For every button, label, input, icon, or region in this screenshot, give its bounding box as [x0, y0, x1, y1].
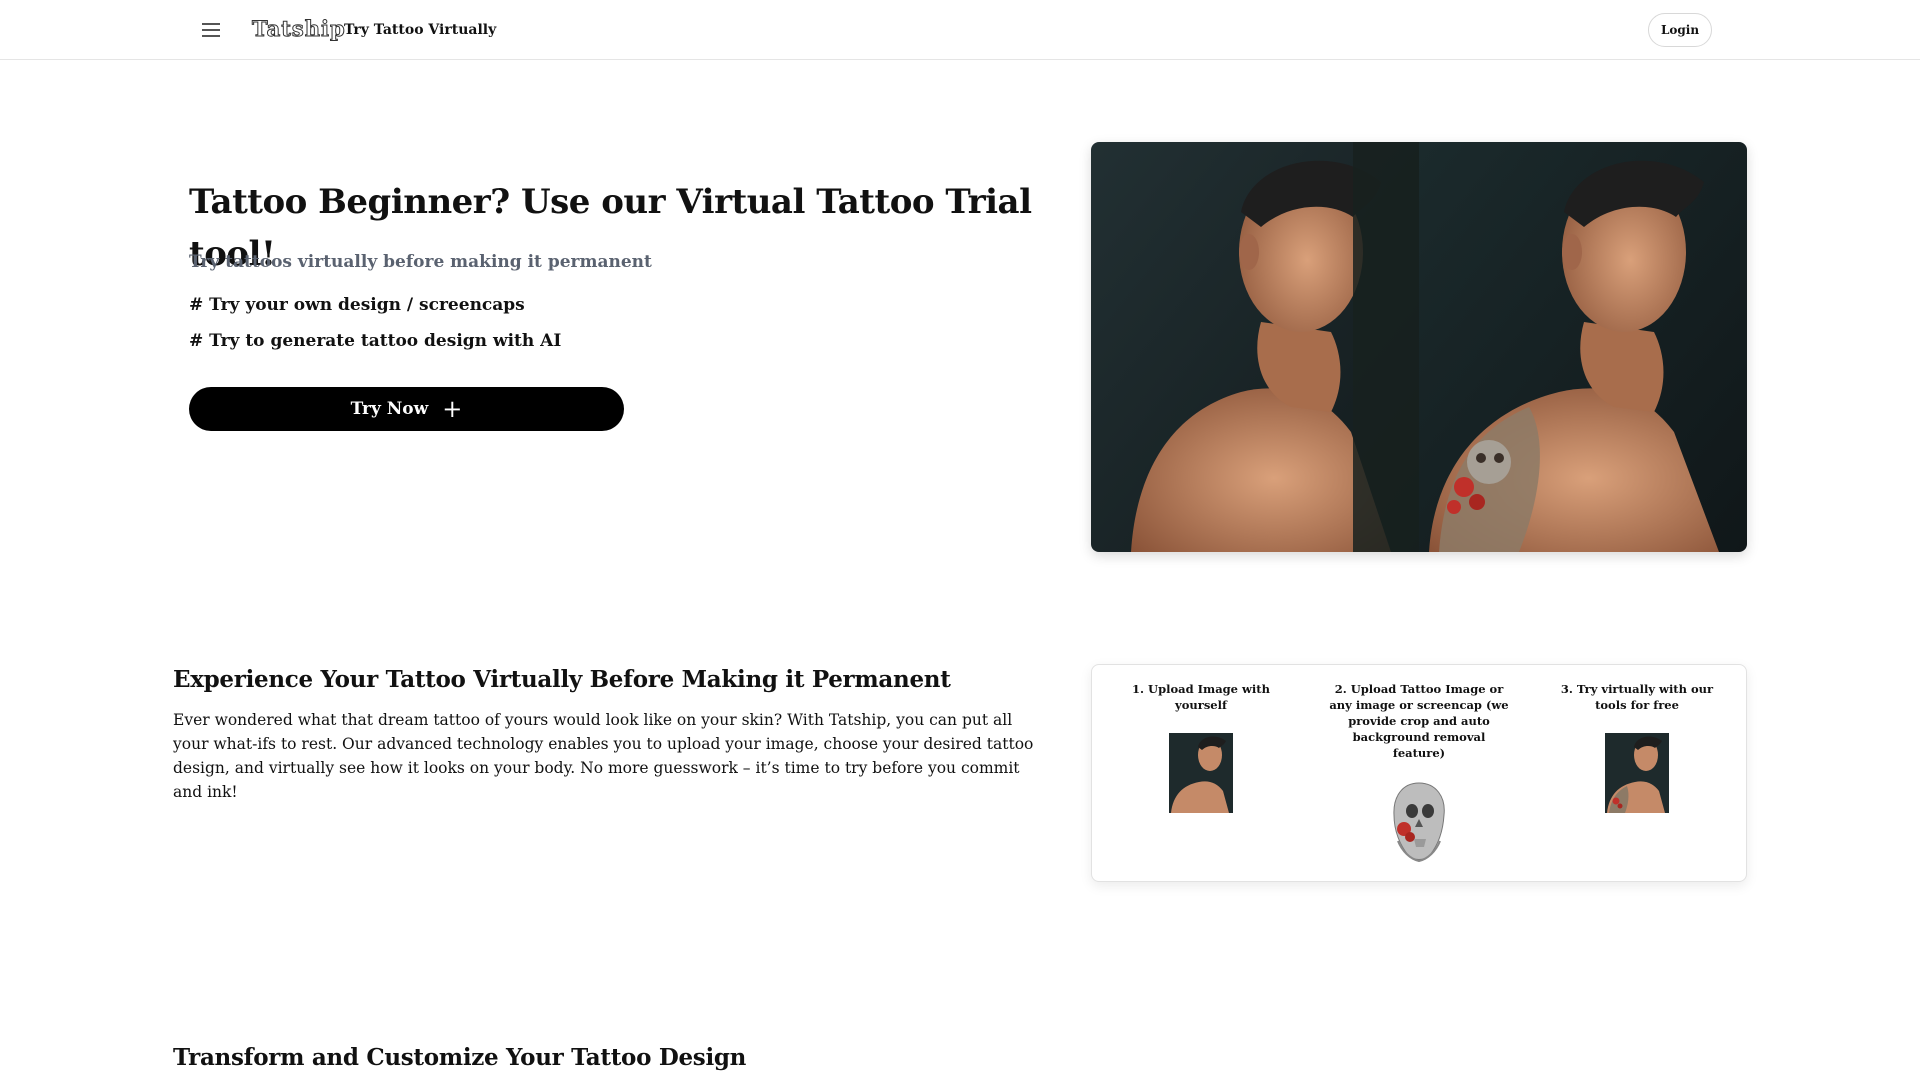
experience-section-body: Ever wondered what that dream tattoo of … [173, 711, 1034, 801]
hamburger-icon [202, 23, 220, 37]
experience-section-title: Experience Your Tattoo Virtually Before … [173, 666, 951, 693]
nav-page-title[interactable]: Try Tattoo Virtually [344, 20, 496, 40]
login-button[interactable]: Login [1648, 13, 1712, 47]
step-label: 2. Upload Tattoo Image or any image or s… [1329, 682, 1509, 760]
step-upload-photo: 1. Upload Image with yourself [1108, 681, 1294, 865]
result-photo-thumbnail [1605, 733, 1669, 813]
try-now-button[interactable]: Try Now + [189, 387, 624, 431]
hero-feature-ai-design: # Try to generate tattoo design with AI [189, 331, 562, 351]
plus-icon: + [442, 395, 463, 423]
how-it-works-card: 1. Upload Image with yourself 2. Upload … [1091, 664, 1747, 882]
step-upload-tattoo: 2. Upload Tattoo Image or any image or s… [1326, 681, 1512, 865]
try-now-label: Try Now [350, 399, 429, 419]
hamburger-menu-button[interactable] [196, 16, 226, 44]
tatship-logo[interactable]: Tatship [252, 12, 346, 46]
user-photo-thumbnail [1169, 733, 1233, 813]
step-label: 3. Try virtually with our tools for free [1560, 682, 1714, 712]
transform-section-title: Transform and Customize Your Tattoo Desi… [173, 1044, 747, 1071]
hero-subtitle: Try tattoos virtually before making it p… [189, 252, 652, 272]
before-photo [1091, 142, 1419, 552]
after-photo-with-tattoo [1419, 142, 1747, 552]
tattoo-design-thumbnail [1388, 781, 1450, 863]
step-try-virtually: 3. Try virtually with our tools for free [1544, 681, 1730, 865]
before-after-hero-image [1091, 142, 1747, 552]
step-label: 1. Upload Image with yourself [1132, 682, 1270, 712]
hero-feature-own-design: # Try your own design / screencaps [189, 295, 525, 315]
top-nav-bar: Tatship Try Tattoo Virtually Login [0, 0, 1920, 60]
